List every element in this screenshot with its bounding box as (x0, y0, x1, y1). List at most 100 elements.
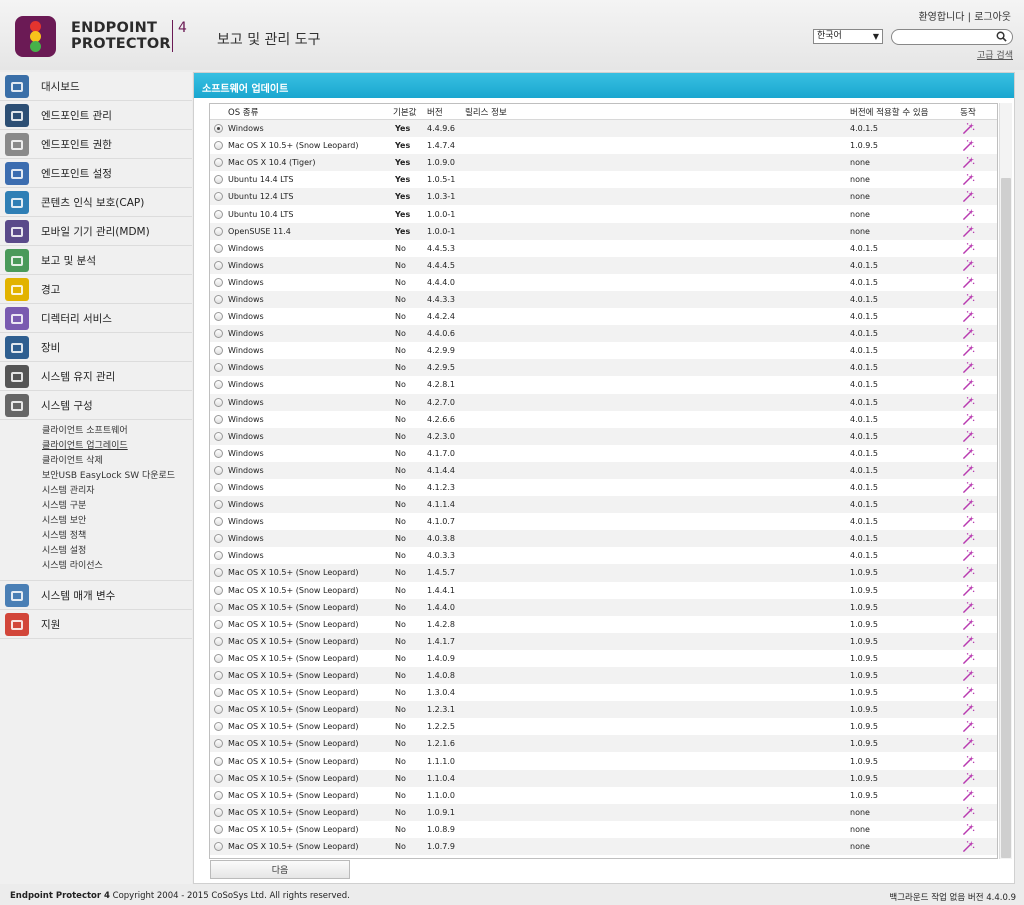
magic-wand-icon[interactable] (962, 549, 975, 562)
row-radio-cell[interactable] (212, 291, 224, 308)
table-row[interactable]: Windows No 4.4.3.3 4.0.1.5 (210, 290, 997, 309)
sidebar-item-laptop[interactable]: 엔드포인트 관리 (0, 101, 192, 130)
row-radio-cell[interactable] (212, 804, 224, 821)
row-select-radio[interactable] (213, 671, 223, 681)
table-row[interactable]: Windows No 4.0.3.3 4.0.1.5 (210, 547, 997, 564)
table-row[interactable]: Windows No 4.2.3.0 4.0.1.5 (210, 427, 997, 445)
table-row[interactable]: Mac OS X 10.5+ (Snow Leopard) No 1.1.0.0 1.… (210, 787, 997, 804)
magic-wand-icon[interactable] (962, 276, 975, 289)
table-row[interactable]: Mac OS X 10.5+ (Snow Leopard) No 1.4.1.7 1.… (210, 632, 997, 650)
table-row[interactable]: Mac OS X 10.5+ (Snow Leopard) No 1.4.5.7 1.… (210, 564, 997, 582)
table-row[interactable]: Ubuntu 10.4 LTS Yes 1.0.0-1 none (210, 205, 997, 222)
row-select-radio[interactable] (213, 414, 223, 424)
table-row[interactable]: Windows No 4.1.2.3 4.0.1.5 (210, 479, 997, 496)
row-radio-cell[interactable] (212, 308, 224, 325)
row-radio-cell[interactable] (212, 274, 224, 291)
row-select-radio[interactable] (213, 209, 223, 219)
row-radio-cell[interactable] (212, 240, 224, 257)
row-radio-cell[interactable] (212, 428, 224, 445)
table-row[interactable]: Windows No 4.2.7.0 4.0.1.5 (210, 393, 997, 411)
table-row[interactable]: Mac OS X 10.5+ (Snow Leopard) No 1.4.4.0 1.… (210, 598, 997, 616)
sidebar-item-cap[interactable]: 콘텐츠 인식 보호(CAP) (0, 188, 192, 217)
table-row[interactable]: Windows No 4.2.8.1 4.0.1.5 (210, 376, 997, 393)
row-radio-cell[interactable] (212, 376, 224, 393)
table-row[interactable]: Windows No 4.4.0.6 4.0.1.5 (210, 325, 997, 343)
row-select-radio[interactable] (213, 329, 223, 339)
row-radio-cell[interactable] (212, 137, 224, 154)
magic-wand-icon[interactable] (962, 378, 975, 391)
row-select-radio[interactable] (213, 346, 223, 356)
magic-wand-icon[interactable] (962, 310, 975, 323)
table-row[interactable]: Windows No 4.4.2.4 4.0.1.5 (210, 308, 997, 325)
column-release-info[interactable]: 릴리스 정보 (465, 104, 507, 119)
magic-wand-icon[interactable] (962, 789, 975, 802)
magic-wand-icon[interactable] (962, 139, 975, 152)
row-select-radio[interactable] (213, 141, 223, 151)
row-select-radio[interactable] (213, 773, 223, 783)
magic-wand-icon[interactable] (962, 686, 975, 699)
submenu-item[interactable]: 클라이언트 삭제 (42, 454, 192, 469)
row-select-radio[interactable] (213, 688, 223, 698)
row-select-radio[interactable] (213, 124, 223, 134)
advanced-search-link[interactable]: 고급 검색 (977, 48, 1013, 61)
table-row[interactable]: Mac OS X 10.5+ (Snow Leopard) No 1.2.1.6 1.… (210, 735, 997, 753)
magic-wand-icon[interactable] (962, 498, 975, 511)
row-select-radio[interactable] (213, 653, 223, 663)
submenu-item[interactable]: 클라이언트 소프트웨어 (42, 424, 192, 439)
row-radio-cell[interactable] (212, 735, 224, 752)
search-input[interactable] (891, 29, 1013, 45)
row-radio-cell[interactable] (212, 838, 224, 855)
sidebar-item-tools[interactable]: 엔드포인트 설정 (0, 159, 192, 188)
magic-wand-icon[interactable] (962, 720, 975, 733)
table-row[interactable]: Windows No 4.1.4.4 4.0.1.5 (210, 461, 997, 479)
row-radio-cell[interactable] (212, 821, 224, 838)
row-select-radio[interactable] (213, 585, 223, 595)
magic-wand-icon[interactable] (962, 481, 975, 494)
sidebar-item-wrench[interactable]: 시스템 유지 관리 (0, 362, 192, 391)
row-select-radio[interactable] (213, 192, 223, 202)
row-select-radio[interactable] (213, 431, 223, 441)
magic-wand-icon[interactable] (962, 447, 975, 460)
magic-wand-icon[interactable] (962, 122, 975, 135)
table-row[interactable]: Mac OS X 10.5+ (Snow Leopard) No 1.0.8.9 no… (210, 821, 997, 838)
magic-wand-icon[interactable] (962, 293, 975, 306)
magic-wand-icon[interactable] (962, 156, 975, 169)
magic-wand-icon[interactable] (962, 737, 975, 750)
row-select-radio[interactable] (213, 363, 223, 373)
row-select-radio[interactable] (213, 568, 223, 578)
row-radio-cell[interactable] (212, 462, 224, 479)
row-select-radio[interactable] (213, 483, 223, 493)
submenu-item[interactable]: 시스템 구분 (42, 499, 192, 514)
table-row[interactable]: Windows No 4.1.0.7 4.0.1.5 (210, 513, 997, 530)
sidebar-item-gear[interactable]: 시스템 구성 (0, 391, 192, 420)
sidebar-item-chart[interactable]: 보고 및 분석 (0, 246, 192, 275)
row-radio-cell[interactable] (212, 701, 224, 718)
row-select-radio[interactable] (213, 448, 223, 458)
table-row[interactable]: Mac OS X 10.5+ (Snow Leopard) No 1.0.7.9 no… (210, 837, 997, 856)
row-select-radio[interactable] (213, 294, 223, 304)
row-select-radio[interactable] (213, 551, 223, 561)
row-radio-cell[interactable] (212, 496, 224, 513)
row-select-radio[interactable] (213, 312, 223, 322)
magic-wand-icon[interactable] (962, 515, 975, 528)
row-radio-cell[interactable] (212, 205, 224, 222)
row-radio-cell[interactable] (212, 616, 224, 633)
row-radio-cell[interactable] (212, 599, 224, 616)
table-row[interactable]: Mac OS X 10.5+ (Snow Leopard) No 1.4.0.8 1.… (210, 667, 997, 685)
language-select[interactable]: 한국어 ▼ (813, 29, 883, 44)
table-row[interactable]: Mac OS X 10.5+ (Snow Leopard) No 1.2.3.1 1.… (210, 701, 997, 719)
row-radio-cell[interactable] (212, 582, 224, 599)
magic-wand-icon[interactable] (962, 413, 975, 426)
row-select-radio[interactable] (213, 175, 223, 185)
row-radio-cell[interactable] (212, 154, 224, 171)
submenu-item[interactable]: 보안USB EasyLock SW 다운로드 (42, 469, 192, 484)
sidebar-item-lifebuoy[interactable]: 지원 (0, 610, 192, 639)
table-row[interactable]: Windows No 4.4.4.0 4.0.1.5 (210, 274, 997, 291)
row-radio-cell[interactable] (212, 684, 224, 701)
row-radio-cell[interactable] (212, 787, 224, 804)
row-radio-cell[interactable] (212, 325, 224, 342)
sidebar-item-parameters[interactable]: 시스템 매개 변수 (0, 581, 192, 610)
column-applicable[interactable]: 버전에 적용할 수 있음 (850, 104, 929, 119)
search-icon[interactable] (996, 31, 1007, 42)
magic-wand-icon[interactable] (962, 344, 975, 357)
